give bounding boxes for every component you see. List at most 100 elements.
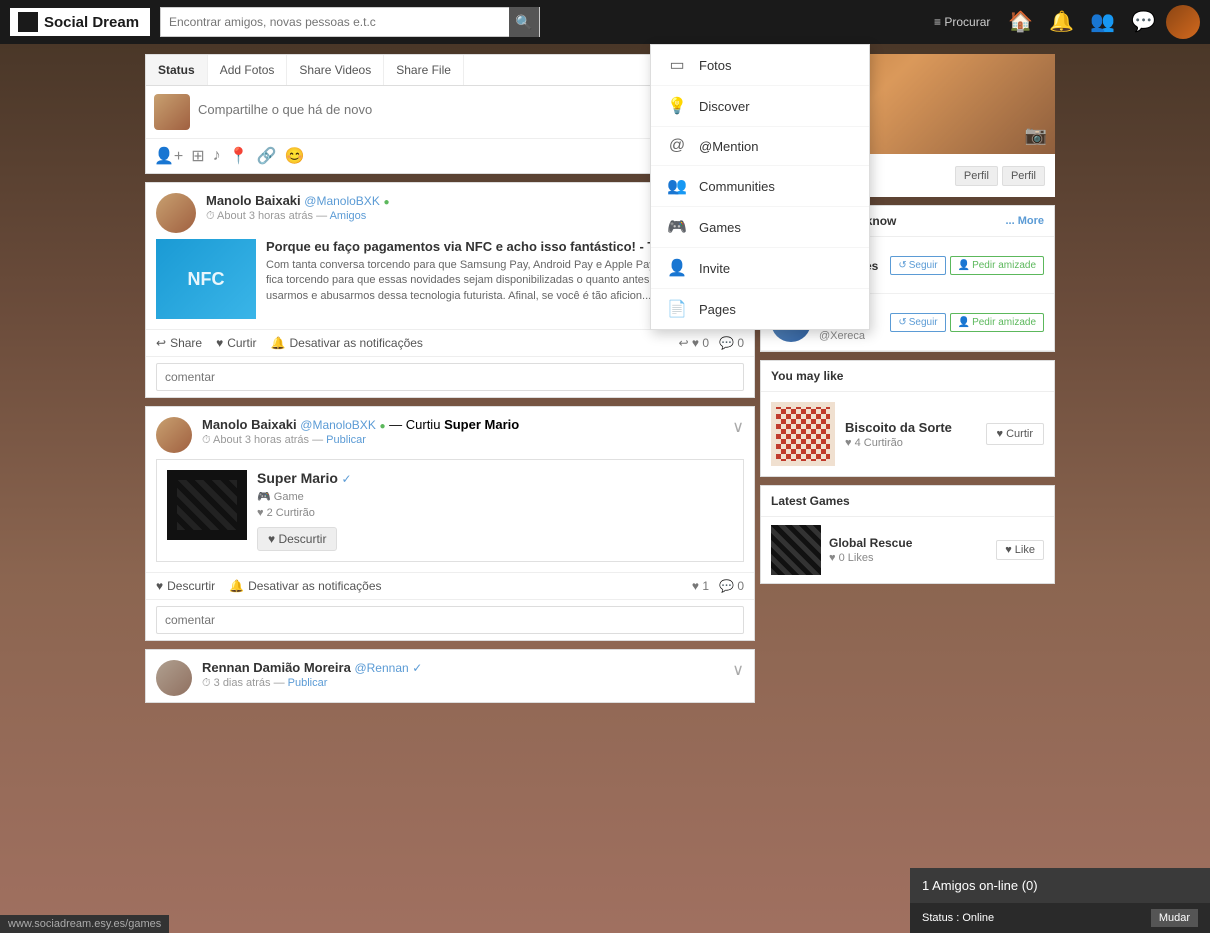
comment-input-1[interactable] (156, 363, 744, 391)
like-thumb-pattern (776, 407, 830, 461)
post-handle-3: @Rennan (354, 661, 408, 675)
notif-button-2[interactable]: 🔔 Desativar as notificações (229, 579, 381, 593)
post-time-3: ⏱ 3 dias atrás — Publicar (202, 677, 732, 690)
fotos-icon: ▭ (667, 55, 687, 75)
friend-button-2[interactable]: 👤 Pedir amizade (950, 313, 1044, 332)
post-counts-1: ↩ ♥ 0 💬 0 (678, 336, 744, 350)
invite-icon: 👤 (667, 258, 687, 278)
post-action-text: — Curtiu Super Mario (389, 417, 519, 432)
descurtir-button-2[interactable]: ♥ Descurtir (156, 579, 215, 593)
composer-avatar (154, 94, 190, 130)
latest-games-header: Latest Games (761, 486, 1054, 517)
like-info-1: Biscoito da Sorte ♥ 4 Curtirão (845, 420, 976, 449)
mudar-button[interactable]: Mudar (1151, 909, 1198, 927)
home-button[interactable]: 🏠 (1002, 8, 1039, 36)
post-chevron-3[interactable]: ∨ (732, 660, 744, 680)
menu-label-mention: @Mention (699, 139, 758, 154)
location-icon[interactable]: 📍 (229, 146, 249, 166)
post-username-row-2: Manolo Baixaki @ManoloBXK ● — Curtiu Sup… (202, 417, 732, 432)
you-may-like-title: You may like (771, 369, 843, 383)
menu-item-communities[interactable]: 👥 Communities (651, 166, 869, 207)
post-counts-2: ♥ 1 💬 0 (692, 579, 744, 593)
post-card-3: Rennan Damião Moreira @Rennan ✓ ⏱ 3 dias… (145, 649, 755, 703)
liked-info: Super Mario ✓ 🎮 Game ♥ 2 Curtirão ♥ Desc… (257, 470, 352, 551)
menu-item-pages[interactable]: 📄 Pages (651, 289, 869, 329)
user-avatar-nav[interactable] (1166, 5, 1200, 39)
chat-bar-header: 1 Amigos on-line (0) (910, 868, 1210, 903)
post-handle-2: @ManoloBXK (300, 418, 376, 432)
post-handle-1: @ManoloBXK (304, 194, 380, 208)
post-header-3: Rennan Damião Moreira @Rennan ✓ ⏱ 3 dias… (146, 650, 754, 702)
menu-item-mention[interactable]: @ @Mention (651, 127, 869, 166)
liked-post-inner: Super Mario ✓ 🎮 Game ♥ 2 Curtirão ♥ Desc… (156, 459, 744, 562)
procurar-button[interactable]: ≡ Procurar (926, 11, 998, 33)
post-avatar-1 (156, 193, 196, 233)
menu-label-pages: Pages (699, 302, 736, 317)
post-link-2[interactable]: Publicar (326, 434, 366, 446)
descurtir-btn-inner[interactable]: ♥ Descurtir (257, 527, 337, 551)
right-profile-buttons: Perfil Perfil (955, 166, 1045, 186)
post-username-2: Manolo Baixaki (202, 417, 297, 432)
post-chevron-2[interactable]: ∨ (732, 417, 744, 437)
tab-share-file[interactable]: Share File (384, 55, 464, 85)
top-navigation: Social Dream 🔍 ≡ Procurar 🏠 🔔 👥 💬 (0, 0, 1210, 44)
profile-btn-2[interactable]: Perfil (1002, 166, 1045, 186)
link-icon[interactable]: 🔗 (257, 146, 277, 166)
comment-box-2 (146, 599, 754, 640)
tab-add-fotos[interactable]: Add Fotos (208, 55, 288, 85)
menu-label-discover: Discover (699, 99, 750, 114)
menu-item-invite[interactable]: 👤 Invite (651, 248, 869, 289)
post-username-3: Rennan Damião Moreira (202, 660, 351, 675)
like-count-1: ♥ 4 Curtirão (845, 437, 976, 449)
like-item-1: Biscoito da Sorte ♥ 4 Curtirão ♥ Curtir (761, 392, 1054, 476)
friend-button-1[interactable]: 👤 Pedir amizade (950, 256, 1044, 275)
comment-count-1: 💬 0 (719, 336, 744, 350)
verified-badge-3: ✓ (412, 661, 422, 675)
like-thumbnail-1 (771, 402, 835, 466)
post-link-1[interactable]: Amigos (330, 210, 367, 222)
post-meta-2: Manolo Baixaki @ManoloBXK ● — Curtiu Sup… (202, 417, 732, 447)
menu-label-fotos: Fotos (699, 58, 732, 73)
menu-item-discover[interactable]: 💡 Discover (651, 86, 869, 127)
profile-btn-1[interactable]: Perfil (955, 166, 998, 186)
post-time-2: ⏱ About 3 horas atrás — Publicar (202, 434, 732, 447)
notif-button-1[interactable]: 🔔 Desativar as notificações (271, 336, 423, 350)
notifications-button[interactable]: 🔔 (1043, 8, 1080, 36)
curtir-like-button[interactable]: ♥ Curtir (986, 423, 1044, 445)
post-link-3[interactable]: Publicar (288, 677, 328, 689)
post-card-2: Manolo Baixaki @ManoloBXK ● — Curtiu Sup… (145, 406, 755, 641)
share-button-1[interactable]: ↩ Share (156, 336, 202, 350)
tab-share-videos[interactable]: Share Videos (287, 55, 384, 85)
comment-input-2[interactable] (156, 606, 744, 634)
add-person-icon[interactable]: 👤+ (154, 146, 183, 166)
chat-bar: 1 Amigos on-line (0) Status : Online Mud… (910, 868, 1210, 933)
online-indicator-2: ● (379, 421, 385, 432)
you-may-like-header: You may like (761, 361, 1054, 392)
menu-label-communities: Communities (699, 179, 775, 194)
liked-game-thumb (167, 470, 247, 540)
tab-status[interactable]: Status (146, 55, 208, 85)
curtir-button-1[interactable]: ♥ Curtir (216, 336, 256, 350)
add-friend-icon-1: 👤 (958, 260, 970, 271)
post-header-2: Manolo Baixaki @ManoloBXK ● — Curtiu Sup… (146, 407, 754, 459)
people-more-link[interactable]: ... More (1005, 215, 1044, 227)
person-buttons-1: ↺ Seguir 👤 Pedir amizade (890, 256, 1044, 275)
logo-text: Social Dream (44, 14, 139, 31)
post-username-row-3: Rennan Damião Moreira @Rennan ✓ (202, 660, 732, 675)
music-icon[interactable]: ♪ (213, 147, 221, 165)
menu-label-games: Games (699, 220, 741, 235)
follow-button-2[interactable]: ↺ Seguir (890, 313, 945, 332)
game-like-button-1[interactable]: ♥ Like (996, 540, 1044, 560)
follow-icon-1: ↺ (898, 260, 906, 271)
logo-icon (18, 12, 38, 32)
follow-button-1[interactable]: ↺ Seguir (890, 256, 945, 275)
messages-button[interactable]: 💬 (1125, 8, 1162, 36)
grid-icon[interactable]: ⊞ (191, 146, 204, 166)
people-button[interactable]: 👥 (1084, 8, 1121, 36)
search-button[interactable]: 🔍 (509, 7, 539, 37)
emoji-icon[interactable]: 😊 (285, 146, 305, 166)
latest-games-section: Latest Games Global Rescue ♥ 0 Likes ♥ L… (760, 485, 1055, 584)
menu-item-games[interactable]: 🎮 Games (651, 207, 869, 248)
search-input[interactable] (161, 15, 509, 29)
menu-item-fotos[interactable]: ▭ Fotos (651, 45, 869, 86)
